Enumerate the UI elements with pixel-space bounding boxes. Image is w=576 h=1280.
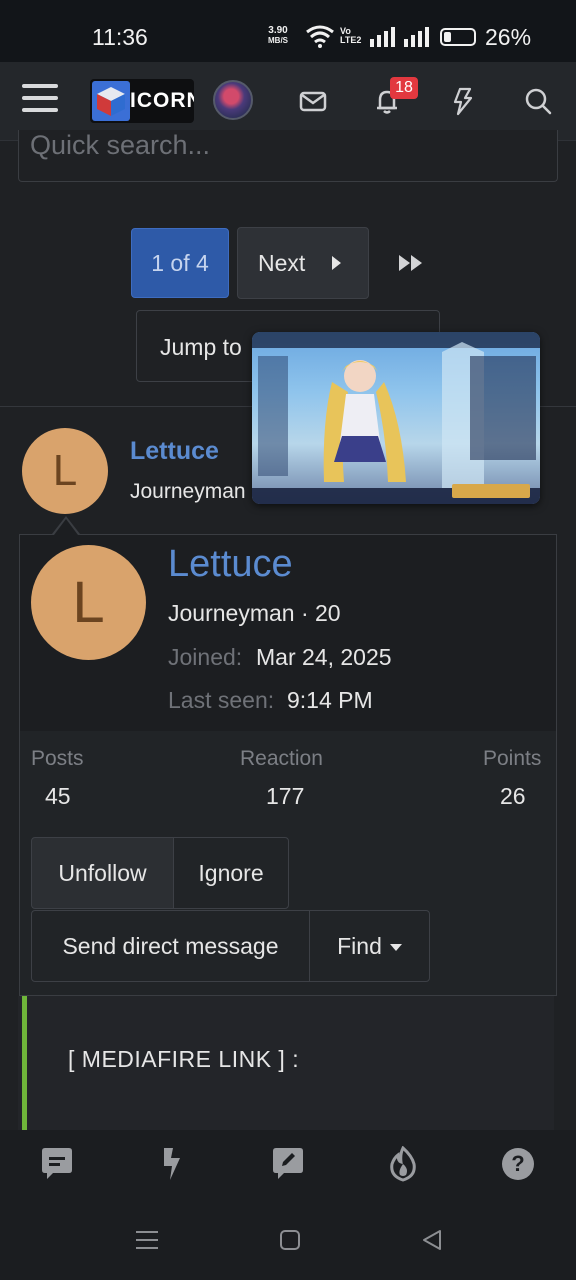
- chat-icon[interactable]: [39, 1146, 75, 1182]
- ignore-button[interactable]: Ignore: [173, 837, 289, 909]
- notification-badge: 18: [390, 77, 418, 99]
- find-label: Find: [337, 933, 382, 959]
- battery-icon: [440, 28, 476, 46]
- volte-indicator: Vo LTE2: [340, 27, 361, 45]
- compose-icon[interactable]: [270, 1146, 306, 1182]
- profile-title: Journeyman · 20: [168, 600, 341, 626]
- caret-down-icon: [389, 944, 402, 952]
- battery-level: [444, 32, 451, 42]
- quote-bar: [22, 996, 27, 1130]
- stat-posts-value[interactable]: 45: [45, 783, 71, 810]
- chevron-right-icon: [332, 256, 341, 270]
- user-avatar[interactable]: [213, 80, 253, 120]
- stat-reaction-label: Reaction: [240, 747, 323, 770]
- send-message-button[interactable]: Send direct message: [31, 910, 310, 982]
- logo-cube-icon: [92, 81, 130, 121]
- popup-caret-inner: [54, 519, 78, 535]
- lightning-icon[interactable]: [448, 86, 478, 116]
- net-speed-unit: MB/S: [268, 36, 288, 45]
- back-icon[interactable]: [420, 1228, 444, 1252]
- joined-value: Mar 24, 2025: [256, 644, 392, 670]
- stat-reaction-value: 177: [266, 783, 305, 809]
- post-author-name[interactable]: Lettuce: [130, 437, 219, 466]
- last-seen-value: 9:14 PM: [287, 687, 373, 713]
- stat-points-label: Points: [483, 747, 542, 770]
- whats-new-icon[interactable]: [158, 1146, 188, 1182]
- help-icon[interactable]: ?: [500, 1146, 536, 1182]
- page-indicator[interactable]: 1 of 4: [131, 228, 229, 298]
- menu-icon[interactable]: [22, 84, 58, 116]
- logo-text: ICORN: [130, 89, 194, 112]
- last-seen-label: Last seen:: [168, 687, 275, 713]
- search-placeholder: Quick search...: [30, 130, 211, 160]
- signal-icon: [370, 27, 395, 47]
- volte-bottom: LTE2: [340, 35, 362, 45]
- profile-name[interactable]: Lettuce: [168, 543, 293, 586]
- next-page-button[interactable]: Next: [237, 227, 369, 299]
- stat-points-value[interactable]: 26: [500, 783, 526, 810]
- net-speed: 3.90 MB/S: [268, 26, 288, 46]
- svg-text:?: ?: [511, 1151, 524, 1176]
- battery-percent: 26%: [485, 24, 532, 50]
- recents-icon[interactable]: [135, 1229, 159, 1251]
- signal-icon: [404, 27, 429, 47]
- mediafire-link-text: [ MEDIAFIRE LINK ] :: [68, 1046, 300, 1072]
- wifi-icon: [306, 25, 334, 48]
- profile-avatar[interactable]: L: [31, 545, 146, 660]
- stat-posts-label: Posts: [31, 747, 84, 770]
- jump-to-label: Jump to: [160, 334, 242, 360]
- trending-icon[interactable]: [386, 1146, 420, 1182]
- last-page-icon[interactable]: [398, 254, 426, 272]
- net-speed-value: 3.90: [268, 25, 288, 36]
- floating-video-preview[interactable]: [252, 332, 540, 504]
- next-label: Next: [258, 250, 306, 276]
- status-time: 11:36: [92, 24, 148, 50]
- joined-label: Joined:: [168, 644, 243, 670]
- post-author-title: Journeyman: [130, 480, 246, 503]
- unfollow-button[interactable]: Unfollow: [31, 837, 174, 909]
- search-icon[interactable]: [523, 86, 553, 116]
- find-menu-button[interactable]: Find: [309, 910, 430, 982]
- home-icon[interactable]: [279, 1229, 301, 1251]
- site-logo[interactable]: ICORN: [90, 79, 194, 123]
- post-author-avatar[interactable]: L: [22, 428, 108, 514]
- inbox-icon[interactable]: [298, 86, 328, 116]
